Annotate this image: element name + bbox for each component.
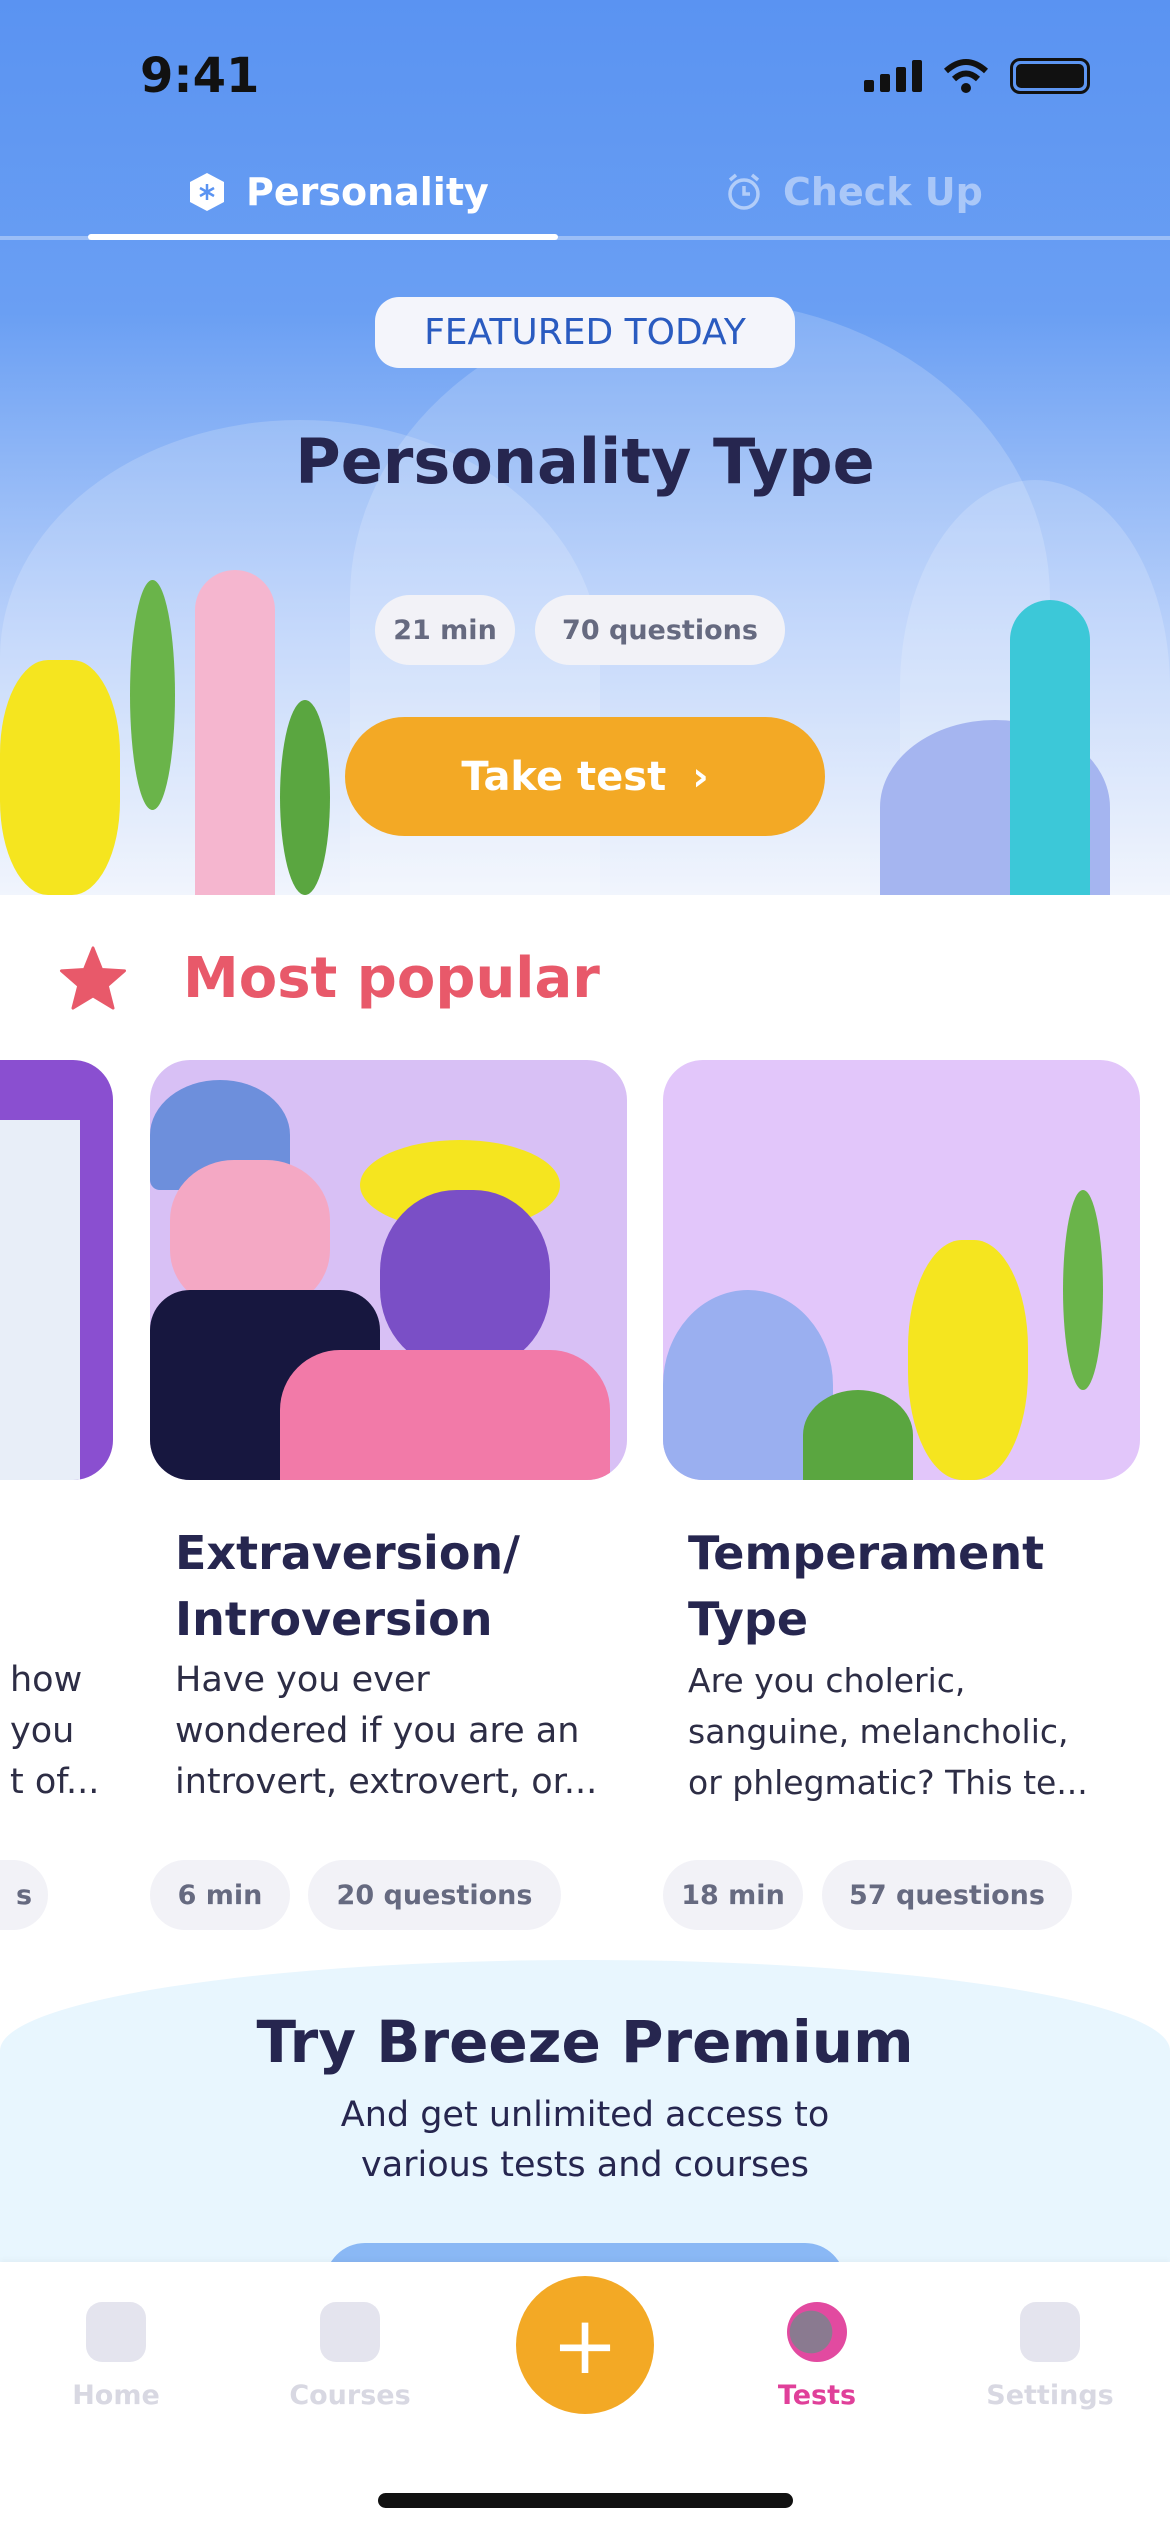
nav-label: Home (72, 2380, 160, 2411)
card-description: Have you ever wondered if you are an int… (175, 1655, 597, 1808)
questions-pill: 70 questions (535, 595, 785, 665)
take-test-label: Take test (461, 753, 667, 800)
title-line: Extraversion/ (175, 1526, 520, 1580)
chevron-right-icon: › (692, 753, 709, 800)
desc-line: or phlegmatic? This te... (688, 1763, 1088, 1802)
plus-icon: + (551, 2298, 619, 2392)
leaf-illustration (130, 580, 175, 810)
giraffe-illustration (195, 570, 275, 895)
battery-icon (1010, 58, 1090, 94)
premium-title: Try Breeze Premium (256, 2008, 914, 2076)
courses-icon (320, 2302, 380, 2362)
leaf-illustration (280, 700, 330, 895)
desc-line: t of... (10, 1762, 100, 1802)
nav-courses[interactable]: Courses (270, 2302, 430, 2411)
duration-pill: 18 min (663, 1860, 803, 1930)
tab-label: Check Up (783, 170, 983, 214)
nav-settings[interactable]: Settings (970, 2302, 1130, 2411)
featured-badge: FEATURED TODAY (375, 297, 795, 368)
card-title[interactable]: Temperament Type (688, 1520, 1044, 1652)
status-time: 9:41 (140, 48, 260, 104)
alarm-clock-icon (728, 173, 760, 210)
home-indicator (378, 2493, 793, 2508)
desc-line: wondered if you are an (175, 1711, 580, 1751)
nav-label: Courses (289, 2380, 411, 2411)
desc-line: sanguine, melancholic, (688, 1712, 1069, 1751)
desc-line: you (10, 1711, 75, 1751)
desc-line: how (10, 1660, 83, 1700)
tab-label: Personality (246, 170, 489, 214)
featured-title: Personality Type (295, 425, 875, 498)
top-tabs: Personality Check Up (0, 160, 1170, 240)
active-tab-indicator (88, 234, 558, 240)
most-popular-title: Most popular (183, 945, 600, 1011)
home-icon (86, 2302, 146, 2362)
card-title[interactable]: Extraversion/ Introversion (175, 1520, 520, 1652)
signal-icon (864, 60, 922, 92)
subtitle-line: various tests and courses (360, 2145, 809, 2185)
dinosaur-illustration (1010, 600, 1090, 895)
subtitle-line: And get unlimited access to (340, 2095, 830, 2135)
card-image[interactable] (663, 1060, 1140, 1480)
settings-icon (1020, 2302, 1080, 2362)
take-test-button[interactable]: Take test › (345, 717, 825, 836)
title-line: Temperament (688, 1526, 1045, 1580)
wifi-icon (944, 59, 988, 93)
duration-pill: 6 min (150, 1860, 290, 1930)
tab-personality[interactable]: Personality (188, 170, 489, 214)
nav-label: Tests (777, 2380, 857, 2411)
featured-hero: 9:41 Personality Check Up FEATURED TODAY… (0, 0, 1170, 895)
title-line: Type (688, 1592, 809, 1646)
premium-subtitle: And get unlimited access to various test… (0, 2090, 1170, 2190)
star-icon (60, 946, 126, 1010)
nav-home[interactable]: Home (36, 2302, 196, 2411)
card-description: how you t of... (0, 1655, 113, 1808)
nav-label: Settings (986, 2380, 1114, 2411)
tests-icon (787, 2302, 847, 2362)
desc-line: Have you ever (175, 1660, 430, 1700)
card-description: Are you choleric, sanguine, melancholic,… (688, 1655, 1088, 1808)
desc-line: Are you choleric, (688, 1661, 966, 1700)
nav-tests[interactable]: Tests (737, 2302, 897, 2411)
desc-line: introvert, extrovert, or... (175, 1762, 598, 1802)
hexagon-star-icon (190, 173, 224, 211)
add-button[interactable]: + (516, 2276, 654, 2414)
questions-pill: 57 questions (822, 1860, 1072, 1930)
tab-check-up[interactable]: Check Up (725, 170, 983, 214)
most-popular-header: Most popular (58, 945, 600, 1011)
duration-pill: 21 min (375, 595, 515, 665)
card-image[interactable] (0, 1060, 113, 1480)
lion-illustration (0, 660, 120, 895)
title-line: Introversion (175, 1592, 493, 1646)
status-icons (864, 58, 1090, 94)
questions-pill: 20 questions (308, 1860, 561, 1930)
card-image[interactable] (150, 1060, 627, 1480)
questions-pill: s (0, 1860, 48, 1930)
